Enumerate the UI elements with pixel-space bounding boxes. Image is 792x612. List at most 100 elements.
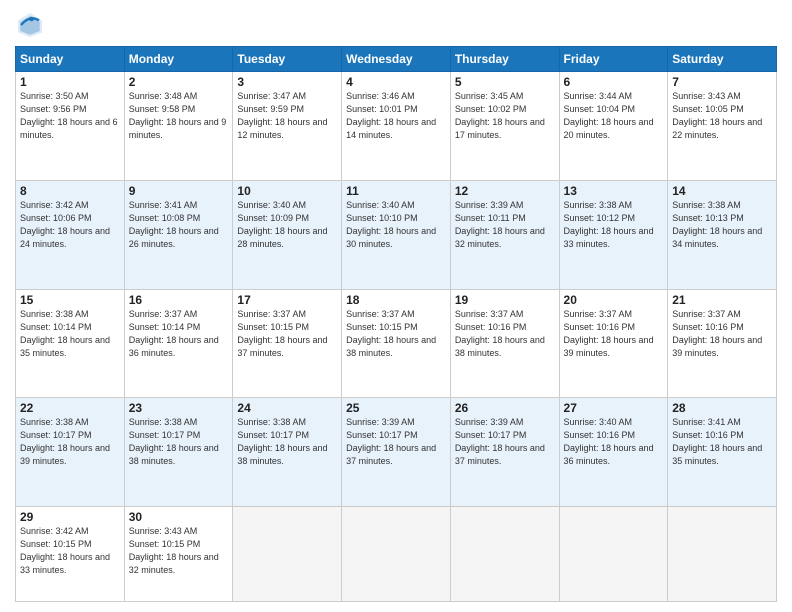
calendar-cell: 16Sunrise: 3:37 AMSunset: 10:14 PMDaylig… bbox=[124, 289, 233, 398]
day-number: 13 bbox=[564, 184, 664, 198]
day-info: Sunrise: 3:44 AMSunset: 10:04 PMDaylight… bbox=[564, 90, 664, 142]
calendar-header-saturday: Saturday bbox=[668, 47, 777, 72]
day-info: Sunrise: 3:40 AMSunset: 10:16 PMDaylight… bbox=[564, 416, 664, 468]
day-info: Sunrise: 3:50 AMSunset: 9:56 PMDaylight:… bbox=[20, 90, 120, 142]
day-number: 11 bbox=[346, 184, 446, 198]
calendar-cell: 25Sunrise: 3:39 AMSunset: 10:17 PMDaylig… bbox=[342, 398, 451, 507]
calendar-header-thursday: Thursday bbox=[450, 47, 559, 72]
logo-icon bbox=[15, 10, 45, 40]
day-info: Sunrise: 3:42 AMSunset: 10:15 PMDaylight… bbox=[20, 525, 120, 577]
day-info: Sunrise: 3:38 AMSunset: 10:17 PMDaylight… bbox=[20, 416, 120, 468]
calendar-cell: 26Sunrise: 3:39 AMSunset: 10:17 PMDaylig… bbox=[450, 398, 559, 507]
calendar-cell: 20Sunrise: 3:37 AMSunset: 10:16 PMDaylig… bbox=[559, 289, 668, 398]
day-number: 9 bbox=[129, 184, 229, 198]
day-info: Sunrise: 3:38 AMSunset: 10:14 PMDaylight… bbox=[20, 308, 120, 360]
calendar-cell: 8Sunrise: 3:42 AMSunset: 10:06 PMDayligh… bbox=[16, 180, 125, 289]
calendar-week-row: 1Sunrise: 3:50 AMSunset: 9:56 PMDaylight… bbox=[16, 72, 777, 181]
calendar-cell: 28Sunrise: 3:41 AMSunset: 10:16 PMDaylig… bbox=[668, 398, 777, 507]
day-info: Sunrise: 3:39 AMSunset: 10:17 PMDaylight… bbox=[455, 416, 555, 468]
day-number: 30 bbox=[129, 510, 229, 524]
day-info: Sunrise: 3:37 AMSunset: 10:16 PMDaylight… bbox=[672, 308, 772, 360]
day-number: 3 bbox=[237, 75, 337, 89]
day-info: Sunrise: 3:41 AMSunset: 10:16 PMDaylight… bbox=[672, 416, 772, 468]
day-info: Sunrise: 3:39 AMSunset: 10:11 PMDaylight… bbox=[455, 199, 555, 251]
calendar-cell: 3Sunrise: 3:47 AMSunset: 9:59 PMDaylight… bbox=[233, 72, 342, 181]
day-info: Sunrise: 3:40 AMSunset: 10:09 PMDaylight… bbox=[237, 199, 337, 251]
calendar-cell bbox=[559, 507, 668, 602]
day-number: 5 bbox=[455, 75, 555, 89]
day-info: Sunrise: 3:37 AMSunset: 10:14 PMDaylight… bbox=[129, 308, 229, 360]
day-number: 26 bbox=[455, 401, 555, 415]
day-number: 7 bbox=[672, 75, 772, 89]
calendar-cell: 1Sunrise: 3:50 AMSunset: 9:56 PMDaylight… bbox=[16, 72, 125, 181]
day-number: 28 bbox=[672, 401, 772, 415]
day-info: Sunrise: 3:45 AMSunset: 10:02 PMDaylight… bbox=[455, 90, 555, 142]
calendar-cell bbox=[450, 507, 559, 602]
day-info: Sunrise: 3:37 AMSunset: 10:16 PMDaylight… bbox=[455, 308, 555, 360]
calendar-cell: 19Sunrise: 3:37 AMSunset: 10:16 PMDaylig… bbox=[450, 289, 559, 398]
day-info: Sunrise: 3:37 AMSunset: 10:16 PMDaylight… bbox=[564, 308, 664, 360]
calendar-week-row: 15Sunrise: 3:38 AMSunset: 10:14 PMDaylig… bbox=[16, 289, 777, 398]
day-info: Sunrise: 3:47 AMSunset: 9:59 PMDaylight:… bbox=[237, 90, 337, 142]
calendar-cell bbox=[342, 507, 451, 602]
calendar-cell: 9Sunrise: 3:41 AMSunset: 10:08 PMDayligh… bbox=[124, 180, 233, 289]
day-number: 14 bbox=[672, 184, 772, 198]
calendar-week-row: 22Sunrise: 3:38 AMSunset: 10:17 PMDaylig… bbox=[16, 398, 777, 507]
day-number: 27 bbox=[564, 401, 664, 415]
day-number: 20 bbox=[564, 293, 664, 307]
day-number: 25 bbox=[346, 401, 446, 415]
calendar-cell: 22Sunrise: 3:38 AMSunset: 10:17 PMDaylig… bbox=[16, 398, 125, 507]
day-info: Sunrise: 3:38 AMSunset: 10:17 PMDaylight… bbox=[237, 416, 337, 468]
day-info: Sunrise: 3:38 AMSunset: 10:12 PMDaylight… bbox=[564, 199, 664, 251]
day-info: Sunrise: 3:41 AMSunset: 10:08 PMDaylight… bbox=[129, 199, 229, 251]
header bbox=[15, 10, 777, 40]
day-number: 15 bbox=[20, 293, 120, 307]
calendar-cell: 7Sunrise: 3:43 AMSunset: 10:05 PMDayligh… bbox=[668, 72, 777, 181]
calendar-week-row: 8Sunrise: 3:42 AMSunset: 10:06 PMDayligh… bbox=[16, 180, 777, 289]
day-info: Sunrise: 3:38 AMSunset: 10:13 PMDaylight… bbox=[672, 199, 772, 251]
calendar-cell bbox=[668, 507, 777, 602]
calendar-cell bbox=[233, 507, 342, 602]
page: SundayMondayTuesdayWednesdayThursdayFrid… bbox=[0, 0, 792, 612]
day-number: 19 bbox=[455, 293, 555, 307]
day-number: 24 bbox=[237, 401, 337, 415]
calendar-cell: 5Sunrise: 3:45 AMSunset: 10:02 PMDayligh… bbox=[450, 72, 559, 181]
calendar-cell: 4Sunrise: 3:46 AMSunset: 10:01 PMDayligh… bbox=[342, 72, 451, 181]
calendar-cell: 11Sunrise: 3:40 AMSunset: 10:10 PMDaylig… bbox=[342, 180, 451, 289]
calendar-week-row: 29Sunrise: 3:42 AMSunset: 10:15 PMDaylig… bbox=[16, 507, 777, 602]
day-number: 22 bbox=[20, 401, 120, 415]
calendar-cell: 6Sunrise: 3:44 AMSunset: 10:04 PMDayligh… bbox=[559, 72, 668, 181]
calendar-cell: 30Sunrise: 3:43 AMSunset: 10:15 PMDaylig… bbox=[124, 507, 233, 602]
day-number: 4 bbox=[346, 75, 446, 89]
day-number: 29 bbox=[20, 510, 120, 524]
day-info: Sunrise: 3:40 AMSunset: 10:10 PMDaylight… bbox=[346, 199, 446, 251]
calendar-cell: 29Sunrise: 3:42 AMSunset: 10:15 PMDaylig… bbox=[16, 507, 125, 602]
calendar-header-monday: Monday bbox=[124, 47, 233, 72]
day-info: Sunrise: 3:46 AMSunset: 10:01 PMDaylight… bbox=[346, 90, 446, 142]
day-info: Sunrise: 3:43 AMSunset: 10:05 PMDaylight… bbox=[672, 90, 772, 142]
calendar-header-friday: Friday bbox=[559, 47, 668, 72]
calendar-cell: 21Sunrise: 3:37 AMSunset: 10:16 PMDaylig… bbox=[668, 289, 777, 398]
day-number: 8 bbox=[20, 184, 120, 198]
day-info: Sunrise: 3:43 AMSunset: 10:15 PMDaylight… bbox=[129, 525, 229, 577]
day-number: 21 bbox=[672, 293, 772, 307]
day-number: 2 bbox=[129, 75, 229, 89]
calendar-header-sunday: Sunday bbox=[16, 47, 125, 72]
calendar-header-row: SundayMondayTuesdayWednesdayThursdayFrid… bbox=[16, 47, 777, 72]
day-number: 17 bbox=[237, 293, 337, 307]
day-number: 18 bbox=[346, 293, 446, 307]
day-info: Sunrise: 3:42 AMSunset: 10:06 PMDaylight… bbox=[20, 199, 120, 251]
calendar-cell: 12Sunrise: 3:39 AMSunset: 10:11 PMDaylig… bbox=[450, 180, 559, 289]
calendar-cell: 2Sunrise: 3:48 AMSunset: 9:58 PMDaylight… bbox=[124, 72, 233, 181]
day-number: 10 bbox=[237, 184, 337, 198]
calendar-cell: 10Sunrise: 3:40 AMSunset: 10:09 PMDaylig… bbox=[233, 180, 342, 289]
calendar-cell: 15Sunrise: 3:38 AMSunset: 10:14 PMDaylig… bbox=[16, 289, 125, 398]
day-number: 16 bbox=[129, 293, 229, 307]
day-number: 12 bbox=[455, 184, 555, 198]
calendar-cell: 27Sunrise: 3:40 AMSunset: 10:16 PMDaylig… bbox=[559, 398, 668, 507]
day-info: Sunrise: 3:38 AMSunset: 10:17 PMDaylight… bbox=[129, 416, 229, 468]
calendar-cell: 17Sunrise: 3:37 AMSunset: 10:15 PMDaylig… bbox=[233, 289, 342, 398]
calendar-cell: 13Sunrise: 3:38 AMSunset: 10:12 PMDaylig… bbox=[559, 180, 668, 289]
calendar-table: SundayMondayTuesdayWednesdayThursdayFrid… bbox=[15, 46, 777, 602]
calendar-cell: 18Sunrise: 3:37 AMSunset: 10:15 PMDaylig… bbox=[342, 289, 451, 398]
